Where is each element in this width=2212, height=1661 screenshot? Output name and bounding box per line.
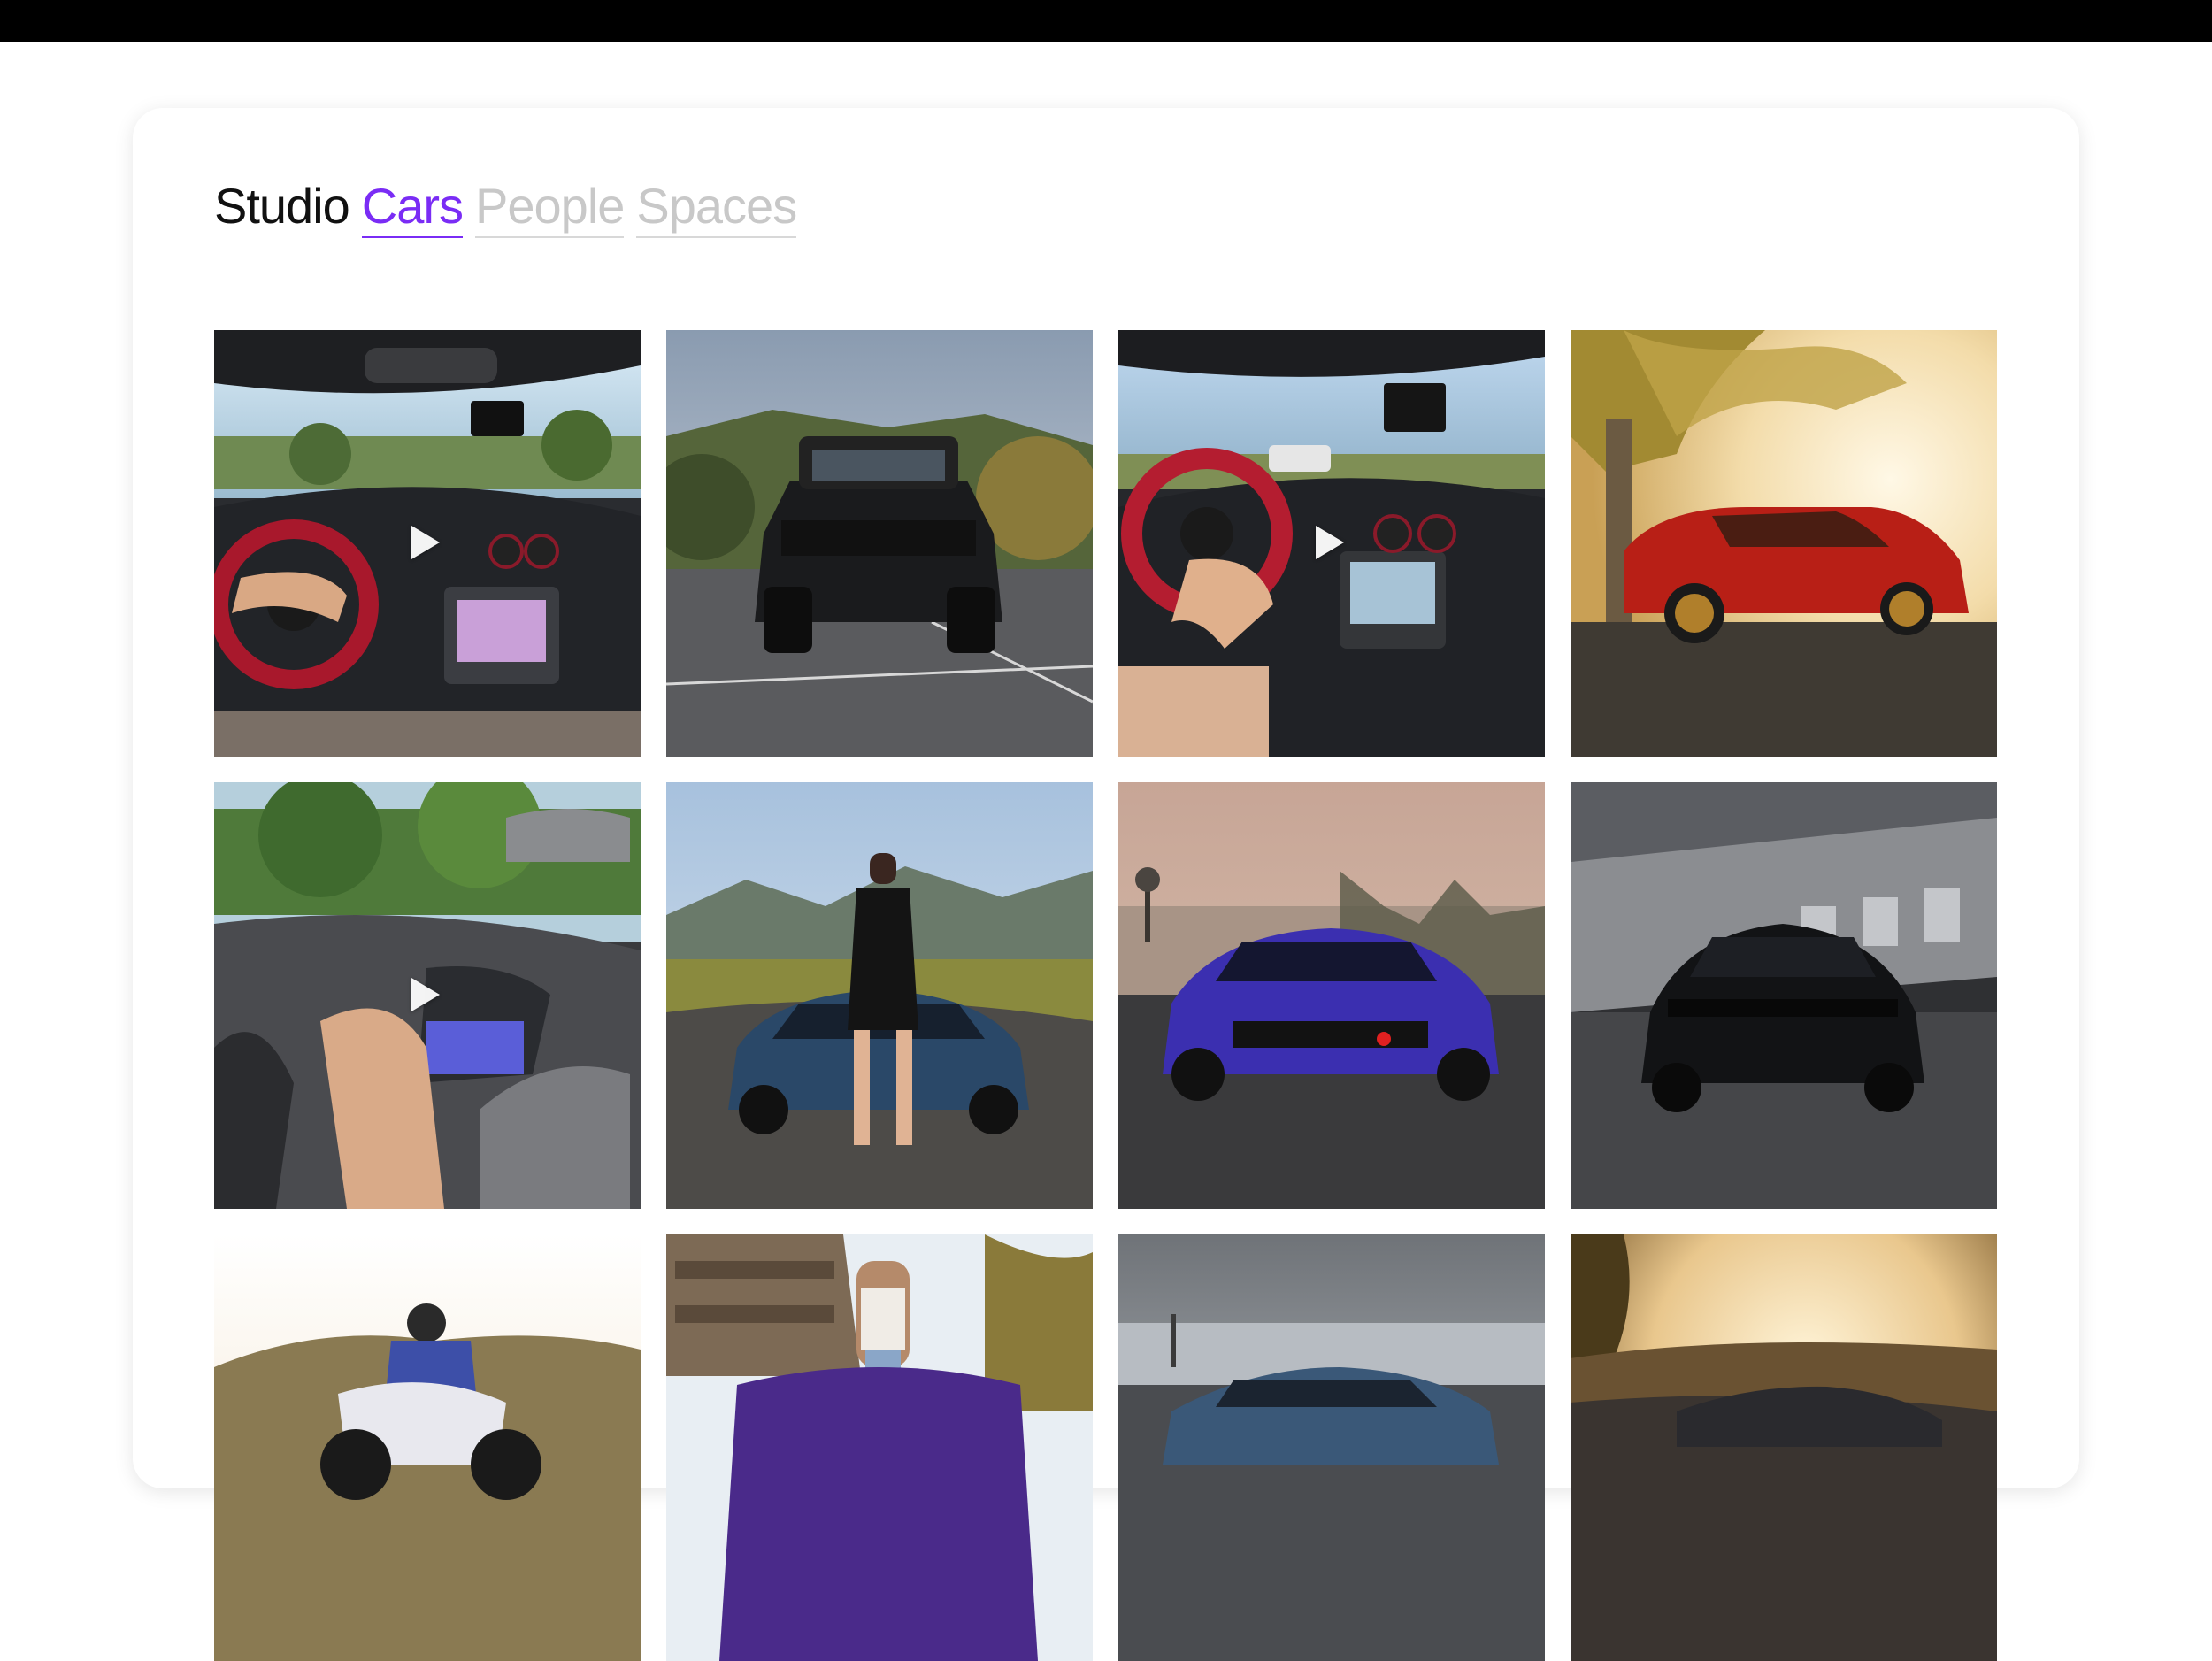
- play-icon: [1316, 526, 1344, 559]
- model-with-supercar-thumbnail: [666, 782, 1093, 1209]
- gallery-item-video[interactable]: [214, 782, 641, 1209]
- gallery-item-video[interactable]: [214, 330, 641, 757]
- purple-car-thumbnail: [1118, 782, 1545, 1209]
- play-icon: [411, 526, 440, 559]
- truck-thumbnail: [666, 330, 1093, 757]
- gallery-item-photo[interactable]: [1571, 782, 1997, 1209]
- silver-car-thumbnail: [1118, 1234, 1545, 1661]
- red-car-thumbnail: [1571, 330, 1997, 757]
- gallery-item-photo[interactable]: [1118, 1234, 1545, 1661]
- play-icon: [411, 978, 440, 1011]
- top-bar: [0, 0, 2212, 42]
- studio-label: Studio: [214, 178, 350, 234]
- tab-spaces[interactable]: Spaces: [636, 177, 797, 238]
- tab-people[interactable]: People: [475, 177, 625, 238]
- gallery-item-photo[interactable]: [666, 330, 1093, 757]
- model-with-car-thumbnail: [666, 1234, 1093, 1661]
- gallery-card: Studio Cars People Spaces: [133, 108, 2079, 1661]
- gallery-item-photo[interactable]: [1571, 330, 1997, 757]
- black-sedan-thumbnail: [1571, 782, 1997, 1209]
- sunset-car-thumbnail: [1571, 1234, 1997, 1661]
- motorcycle-thumbnail: [214, 1234, 641, 1661]
- category-tabs: Studio Cars People Spaces: [214, 177, 809, 238]
- gallery-item-video[interactable]: [1118, 330, 1545, 757]
- gallery-item-photo[interactable]: [1118, 782, 1545, 1209]
- gallery-item-photo[interactable]: [1571, 1234, 1997, 1661]
- tab-cars[interactable]: Cars: [361, 177, 464, 238]
- photo-grid: [214, 330, 1997, 1661]
- gallery-item-photo[interactable]: [666, 782, 1093, 1209]
- gallery-item-photo[interactable]: [666, 1234, 1093, 1661]
- gallery-item-photo[interactable]: [214, 1234, 641, 1661]
